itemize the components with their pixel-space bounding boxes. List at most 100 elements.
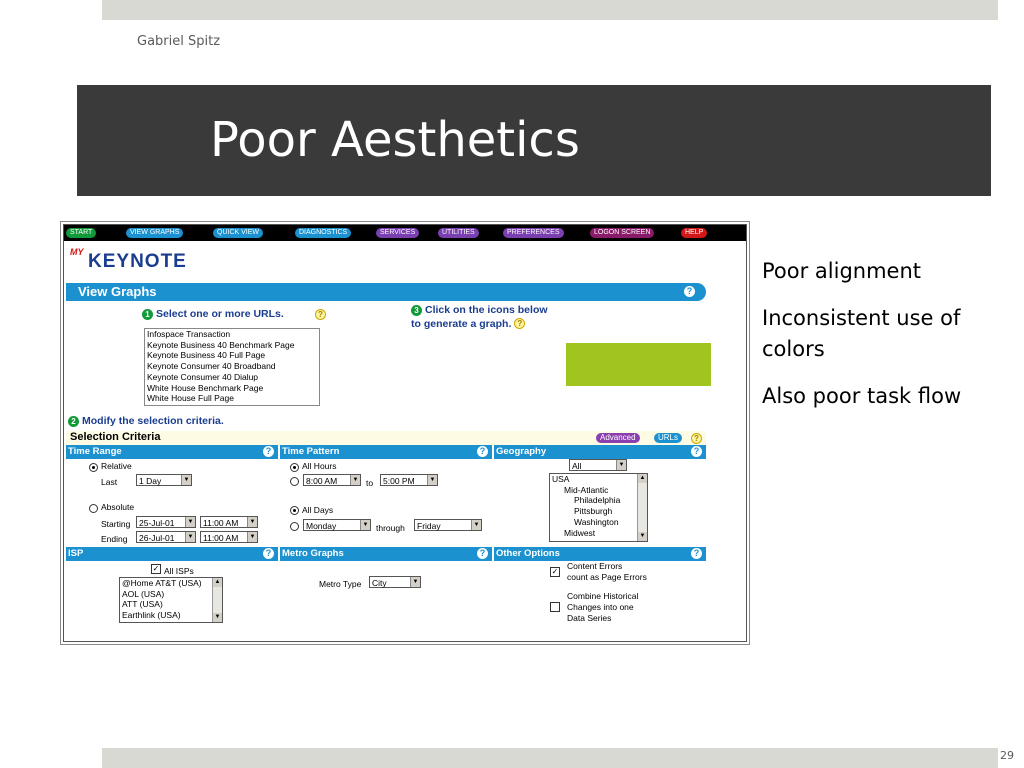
nav-preferences[interactable]: PREFERENCES (503, 228, 564, 238)
isp-title: ISP (68, 548, 84, 559)
days-range-radio[interactable] (290, 522, 299, 531)
combine-historical-checkbox[interactable] (550, 602, 560, 612)
geography-title: Geography (496, 446, 547, 457)
from-day-select[interactable]: Monday ▼ (303, 519, 371, 531)
list-item[interactable]: White House Full Page (147, 393, 319, 404)
start-date-select[interactable]: 25-Jul-01 ▼ (136, 516, 196, 528)
list-item[interactable]: Earthlink (USA) (122, 610, 222, 621)
all-days-radio[interactable] (290, 506, 299, 515)
metro-type-value: City (372, 578, 387, 588)
list-item[interactable]: Mid-Atlantic (552, 485, 647, 496)
help-icon[interactable]: ? (684, 286, 695, 297)
list-item[interactable]: Keynote Consumer 40 Broadband (147, 361, 319, 372)
nav-view-graphs[interactable]: VIEW GRAPHS (126, 228, 184, 238)
start-time-value: 11:00 AM (203, 518, 239, 528)
scrollbar[interactable]: ▲ ▼ (637, 474, 647, 541)
bullet-item: Inconsistent use of colors (762, 306, 961, 361)
bullet-list: Poor alignment Inconsistent use of color… (762, 256, 962, 428)
step-1-text: Select one or more URLs. (156, 308, 284, 320)
geography-listbox[interactable]: USA Mid-Atlantic Philadelphia Pittsburgh… (549, 473, 648, 542)
urls-button[interactable]: URLs (654, 433, 683, 443)
nav-quick-view[interactable]: QUICK VIEW (213, 228, 264, 238)
help-icon[interactable]: ? (477, 446, 488, 457)
list-item[interactable]: USA (552, 474, 647, 485)
all-hours-radio[interactable] (290, 463, 299, 472)
absolute-radio[interactable] (89, 504, 98, 513)
list-item[interactable]: Keynote Consumer 40 Dialup (147, 372, 319, 383)
list-item[interactable]: Philadelphia (552, 495, 647, 506)
metro-type-select[interactable]: City ▼ (369, 576, 421, 588)
combine-historical-line3: Data Series (567, 613, 612, 623)
nav-help[interactable]: HELP (681, 228, 708, 238)
help-icon[interactable]: ? (315, 309, 326, 320)
end-time-select[interactable]: 11:00 AM ▼ (200, 531, 258, 543)
selection-criteria-title: Selection Criteria (70, 431, 161, 443)
list-item[interactable]: Infospace Transaction (147, 329, 319, 340)
isp-header: ISP ? (66, 547, 278, 561)
help-icon[interactable]: ? (691, 446, 702, 457)
to-label: to (366, 478, 374, 488)
nav-services[interactable]: SERVICES (376, 228, 420, 238)
relative-radio[interactable] (89, 463, 98, 472)
time-pattern-header: Time Pattern ? (280, 445, 492, 459)
list-item[interactable]: White House Benchmark Page (147, 383, 319, 394)
bottom-decor-bar (102, 748, 998, 768)
scrollbar[interactable]: ▲ ▼ (212, 578, 222, 622)
graph-icons-area[interactable] (566, 343, 711, 386)
nav-start[interactable]: START (66, 228, 97, 238)
chevron-down-icon: ▼ (616, 460, 626, 470)
isp-listbox[interactable]: @Home AT&T (USA) AOL (USA) ATT (USA) Ear… (119, 577, 223, 623)
geography-filter-select[interactable]: All ▼ (569, 459, 627, 471)
view-graphs-title: View Graphs (78, 284, 157, 299)
list-item[interactable]: Washington (552, 517, 647, 528)
to-day-value: Friday (417, 521, 441, 531)
metro-graphs-title: Metro Graphs (282, 548, 344, 559)
advanced-button[interactable]: Advanced (596, 433, 640, 443)
to-day-select[interactable]: Friday ▼ (414, 519, 482, 531)
end-date-select[interactable]: 26-Jul-01 ▼ (136, 531, 196, 543)
help-icon[interactable]: ? (691, 548, 702, 559)
metro-type-label: Metro Type (319, 579, 362, 589)
to-time-select[interactable]: 5:00 PM ▼ (380, 474, 438, 486)
from-time-select[interactable]: 8:00 AM ▼ (303, 474, 361, 486)
metro-graphs-header: Metro Graphs ? (280, 547, 492, 561)
step-1: 1 Select one or more URLs. (142, 308, 284, 320)
logo-brand: KEYNOTE (88, 251, 187, 272)
url-listbox[interactable]: Infospace Transaction Keynote Business 4… (144, 328, 320, 406)
list-item[interactable]: Midwest (552, 528, 647, 539)
help-icon[interactable]: ? (263, 446, 274, 457)
list-item[interactable]: AOL (USA) (122, 589, 222, 600)
combine-historical-line1: Combine Historical (567, 591, 639, 601)
list-item[interactable]: Pittsburgh (552, 506, 647, 517)
end-time-value: 11:00 AM (203, 533, 239, 543)
help-icon[interactable]: ? (477, 548, 488, 559)
to-time-value: 5:00 PM (383, 476, 415, 486)
nav-diagnostics[interactable]: DIAGNOSTICS (295, 228, 352, 238)
chevron-down-icon[interactable]: ▼ (213, 613, 222, 622)
list-item[interactable]: Keynote Business 40 Full Page (147, 350, 319, 361)
last-select[interactable]: 1 Day ▼ (136, 474, 192, 486)
hours-range-radio[interactable] (290, 477, 299, 486)
nav-utilities[interactable]: UTILITIES (438, 228, 479, 238)
help-icon[interactable]: ? (691, 433, 702, 444)
content-errors-checkbox[interactable]: ✓ (550, 567, 560, 577)
list-item[interactable]: @Home AT&T (USA) (122, 578, 222, 589)
all-isps-checkbox[interactable]: ✓ (151, 564, 161, 574)
step-3-number: 3 (411, 304, 422, 316)
top-decor-bar (102, 0, 998, 20)
chevron-down-icon: ▼ (427, 475, 437, 485)
chevron-up-icon[interactable]: ▲ (213, 578, 222, 587)
nav-logon-screen[interactable]: LOGON SCREEN (590, 228, 655, 238)
help-icon[interactable]: ? (514, 318, 526, 329)
step-2-number: 2 (68, 415, 79, 427)
list-item[interactable]: Keynote Business 40 Benchmark Page (147, 340, 319, 351)
starting-label: Starting (101, 519, 131, 529)
chevron-up-icon[interactable]: ▲ (638, 474, 647, 483)
all-hours-label: All Hours (302, 461, 337, 471)
help-icon[interactable]: ? (263, 548, 274, 559)
start-time-select[interactable]: 11:00 AM ▼ (200, 516, 258, 528)
bullet-item: Poor alignment (762, 259, 922, 283)
time-range-header: Time Range ? (66, 445, 278, 459)
list-item[interactable]: ATT (USA) (122, 599, 222, 610)
chevron-down-icon[interactable]: ▼ (638, 532, 647, 541)
